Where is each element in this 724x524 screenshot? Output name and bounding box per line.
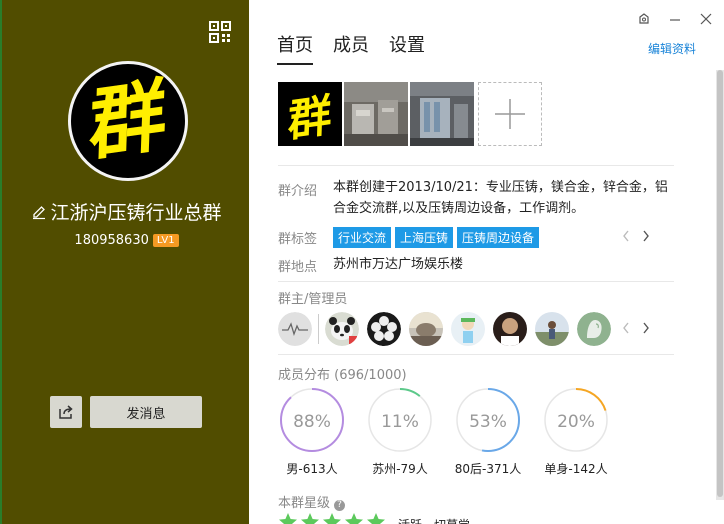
admin-avatar[interactable] xyxy=(451,312,485,346)
group-id: 180958630 xyxy=(74,233,149,248)
group-profile-panel: 群 江浙沪压铸行业总群 180958630 LV1 发消息 xyxy=(0,0,249,524)
star-icon xyxy=(323,513,341,524)
star-shape xyxy=(367,513,385,524)
chevron-right-icon[interactable] xyxy=(642,322,650,334)
group-photo-1-glyph: 群 xyxy=(287,89,333,148)
tag-nav xyxy=(622,230,650,242)
send-message-button[interactable]: 发消息 xyxy=(90,396,202,428)
edit-profile-link[interactable]: 编辑资料 xyxy=(648,40,696,57)
tab-members[interactable]: 成员 xyxy=(333,31,369,65)
distribution-item-label: 单身-142人 xyxy=(544,462,608,476)
minimize-icon[interactable] xyxy=(668,12,682,26)
group-name[interactable]: 江浙沪压铸行业总群 xyxy=(2,198,251,225)
tab-settings[interactable]: 设置 xyxy=(389,31,425,65)
distribution-ring: 88% xyxy=(280,388,344,452)
distribution-item: 20% 单身-142人 xyxy=(542,386,610,477)
admin-avatar[interactable] xyxy=(367,312,401,346)
scrollbar-thumb[interactable] xyxy=(717,70,723,497)
divider xyxy=(278,354,674,355)
distribution-item: 53% 80后-371人 xyxy=(454,386,522,477)
admin-avatar[interactable] xyxy=(325,312,359,346)
tag-item[interactable]: 行业交流 xyxy=(333,227,392,248)
tags-label: 群标签 xyxy=(278,232,318,247)
group-photos: 群 xyxy=(278,82,542,148)
admin-avatar[interactable] xyxy=(493,312,527,346)
chevron-right-icon[interactable] xyxy=(642,230,650,242)
intro-text: 本群创建于2013/10/21：专业压铸，镁合金，锌合金，铝合金交流群,以及压铸… xyxy=(333,180,668,216)
tab-home[interactable]: 首页 xyxy=(277,31,313,65)
divider xyxy=(278,281,674,282)
intro-label: 群介绍 xyxy=(278,184,318,199)
tag-item[interactable]: 上海压铸 xyxy=(395,227,454,248)
star-icon xyxy=(301,513,319,524)
skin-icon[interactable] xyxy=(637,12,651,26)
ring-percent: 11% xyxy=(381,412,419,432)
divider xyxy=(278,165,674,166)
chevron-left-icon[interactable] xyxy=(622,230,630,242)
admin-avatars xyxy=(278,312,611,346)
level-badge: LV1 xyxy=(152,234,179,247)
group-name-text: 江浙沪压铸行业总群 xyxy=(50,202,222,224)
distribution-item-label: 80后-371人 xyxy=(454,462,522,476)
star-icon xyxy=(367,513,385,524)
group-avatar[interactable]: 群 xyxy=(68,61,188,181)
scrollbar[interactable] xyxy=(716,70,724,500)
star-icon xyxy=(345,513,363,524)
edit-pencil-icon[interactable] xyxy=(31,204,47,220)
distribution-item-label: 男-613人 xyxy=(286,462,338,476)
tab-bar: 首页 成员 设置 xyxy=(277,31,425,65)
group-photo-2[interactable] xyxy=(344,82,408,146)
admins-label: 群主/管理员 xyxy=(278,292,348,307)
distribution-item-label: 苏州-79人 xyxy=(372,462,428,476)
share-icon xyxy=(59,405,73,419)
rating-text: 活跃，切莫尝 xyxy=(398,516,470,524)
distribution-item: 11% 苏州-79人 xyxy=(366,386,434,477)
distribution-label: 成员分布 (696/1000) xyxy=(278,364,407,383)
member-distribution: 88% 男-613人 11% 苏州-79人 53% 80后-371人 20% 单身-142人 xyxy=(278,386,610,477)
distribution-ring: 20% xyxy=(544,388,608,452)
admin-avatar[interactable] xyxy=(409,312,443,346)
star-shape xyxy=(323,513,341,524)
qr-code-icon[interactable] xyxy=(209,21,231,43)
tag-list: 行业交流 上海压铸 压铸周边设备 xyxy=(333,227,540,248)
ring-percent: 53% xyxy=(469,412,507,432)
rating-label-row: 本群星级? xyxy=(278,492,346,511)
distribution-ring: 53% xyxy=(456,388,520,452)
group-id-row: 180958630 LV1 xyxy=(2,233,251,248)
help-icon[interactable]: ? xyxy=(334,500,346,511)
admin-separator xyxy=(318,314,319,344)
star-shape xyxy=(279,513,297,524)
plus-icon xyxy=(495,99,525,129)
admin-avatar[interactable] xyxy=(535,312,569,346)
close-icon[interactable] xyxy=(699,12,713,26)
group-photo-1[interactable]: 群 xyxy=(278,82,342,148)
member-count: (696/1000) xyxy=(334,368,407,383)
chevron-left-icon[interactable] xyxy=(622,322,630,334)
distribution-title: 成员分布 xyxy=(278,368,331,383)
group-avatar-glyph: 群 xyxy=(87,68,169,173)
star-shape xyxy=(301,513,319,524)
admin-nav xyxy=(622,322,650,334)
group-detail-panel: 首页 成员 设置 编辑资料 群 群介绍 本群创建于2013/10/21：专业压铸… xyxy=(249,0,724,524)
location-text: 苏州市万达广场娱乐楼 xyxy=(333,257,464,272)
star-shape xyxy=(345,513,363,524)
add-photo-button[interactable] xyxy=(478,82,542,146)
rating-stars: 活跃，切莫尝 xyxy=(278,512,470,524)
admin-avatar[interactable] xyxy=(278,312,312,346)
distribution-ring: 11% xyxy=(368,388,432,452)
ring-percent: 88% xyxy=(293,412,331,432)
ring-percent: 20% xyxy=(557,412,595,432)
admin-avatar[interactable] xyxy=(577,312,611,346)
share-button[interactable] xyxy=(50,396,82,428)
tag-item[interactable]: 压铸周边设备 xyxy=(457,227,540,248)
distribution-item: 88% 男-613人 xyxy=(278,386,346,477)
star-icon xyxy=(279,513,297,524)
group-photo-3[interactable] xyxy=(410,82,474,146)
rating-label: 本群星级 xyxy=(278,496,331,511)
location-label: 群地点 xyxy=(278,260,318,275)
